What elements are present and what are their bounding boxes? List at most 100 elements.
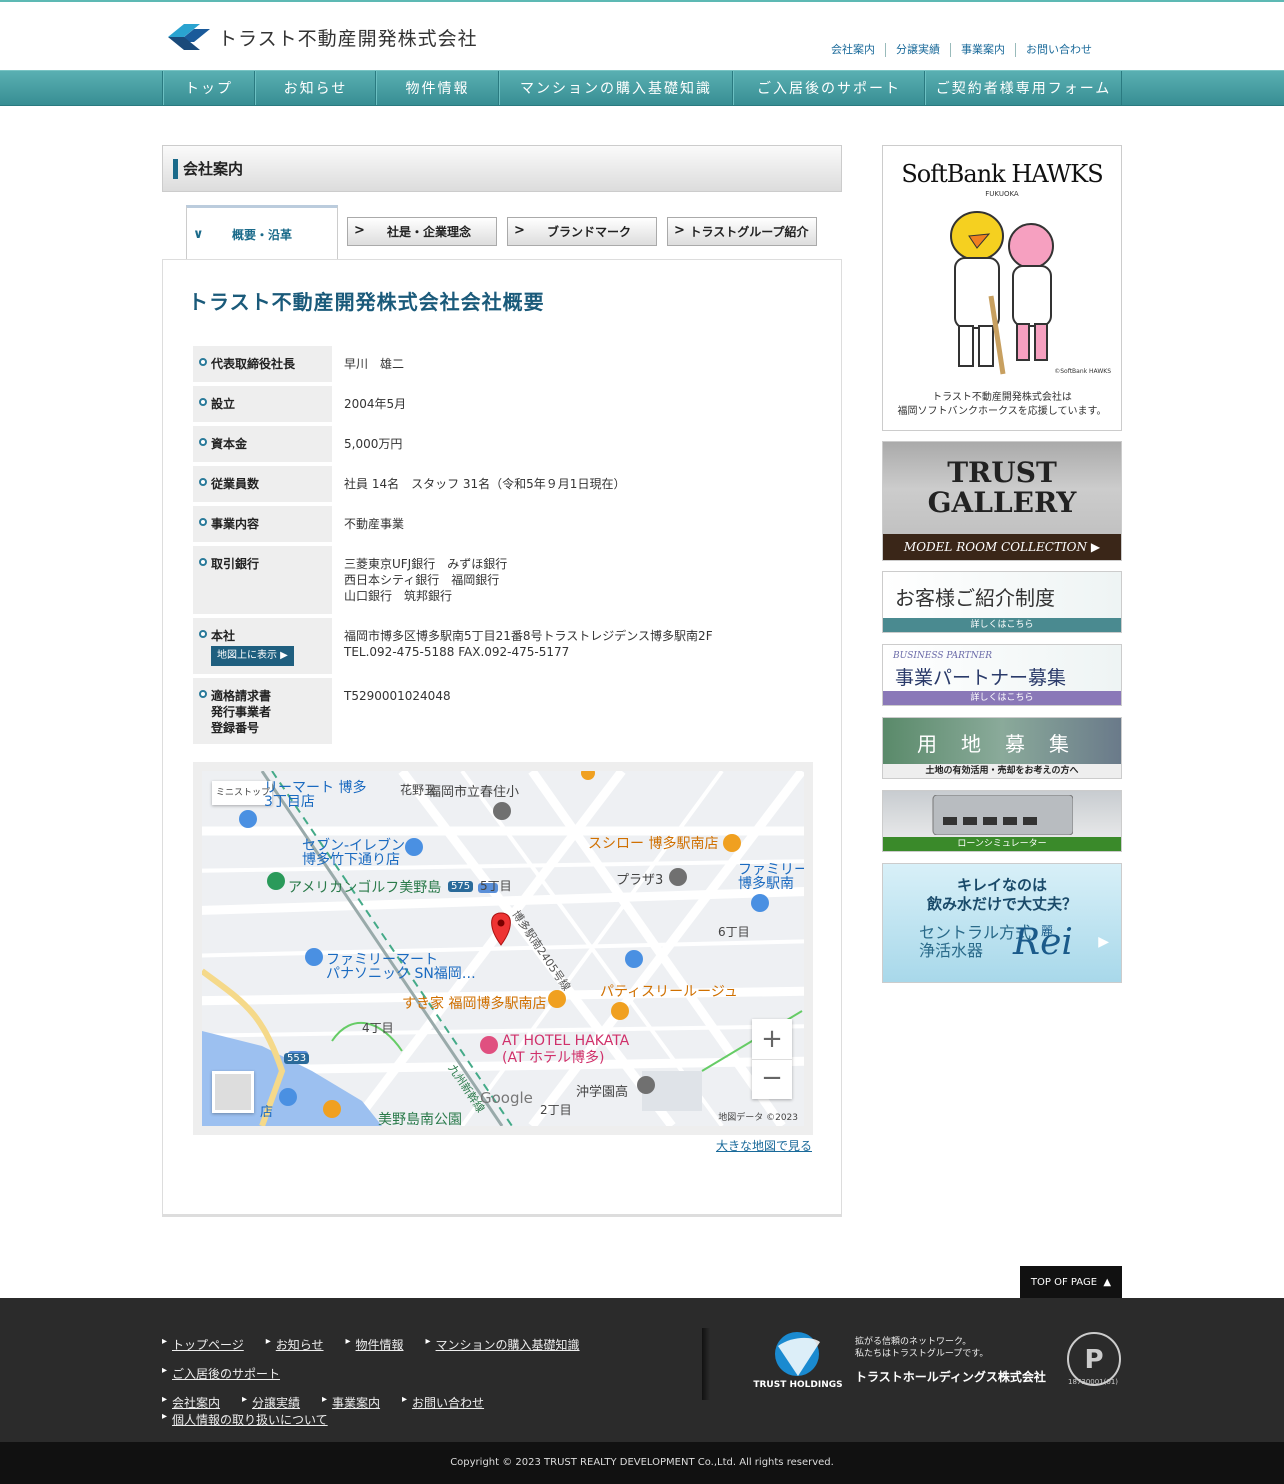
calculator-icon — [932, 795, 1073, 835]
gnav-item-after-move-support[interactable]: ご入居後のサポート — [733, 71, 925, 105]
footer-link[interactable]: お問い合わせ — [402, 1394, 484, 1411]
info-row: 適格請求書 発行事業者 登録番号 T5290001024048 — [193, 678, 803, 744]
tab-overview[interactable]: ∨ 概要・沿革 — [186, 205, 338, 260]
info-row: 本社 地図上に表示 ▶ 福岡市博多区博多駅南5丁目21番8号トラストレジデンス博多駅… — [193, 618, 803, 674]
map-label: 福岡市立春住小 — [428, 785, 520, 800]
chevron-right-icon: > — [514, 223, 525, 238]
bullet-icon — [199, 478, 207, 486]
gnav-item-contract-form[interactable]: ご契約者様専用フォーム — [925, 71, 1122, 105]
footer-tagline: 拡がる信頼のネットワーク。 私たちはトラストグループです。 — [855, 1337, 989, 1359]
referral-banner[interactable]: お客様ご紹介制度 詳しくはこちら — [882, 571, 1122, 633]
map-label: 5丁目 — [480, 879, 512, 893]
map-canvas[interactable] — [202, 771, 804, 1126]
zoom-in-button[interactable]: + — [752, 1019, 792, 1059]
map-attribution: 地図データ ©2023 — [718, 1113, 798, 1123]
gnav-item-properties[interactable]: 物件情報 — [376, 71, 499, 105]
bullet-icon — [199, 630, 207, 638]
hawks-credit: ©SoftBank HAWKS — [1054, 368, 1111, 375]
footer-link[interactable]: マンションの購入基礎知識 — [426, 1336, 580, 1353]
info-value: 5,000万円 — [344, 437, 403, 451]
map-label: 花野丑 — [400, 783, 437, 797]
info-label-text: 取引銀行 — [211, 557, 260, 571]
info-label-text: 代表取締役社長 — [211, 357, 296, 371]
map-label: 美野島南公園 — [378, 1112, 462, 1128]
land-banner[interactable]: 用 地 募 集 土地の有効活用・売却をお考えの方へ — [882, 717, 1122, 779]
tab-group[interactable]: > トラストグループ紹介 — [667, 217, 817, 246]
map-label: 6丁目 — [718, 925, 750, 939]
holdings-logo-text: TRUST HOLDINGS — [753, 1380, 843, 1390]
util-link-contact[interactable]: お問い合わせ — [1015, 43, 1102, 57]
top-of-page-button[interactable]: TOP OF PAGE ▲ — [1020, 1266, 1122, 1298]
tab-brand-mark-label: ブランドマーク — [546, 225, 631, 239]
info-value: 2004年5月 — [344, 397, 407, 411]
map-label: (AT ホテル博多) — [502, 1050, 605, 1066]
footer-link[interactable]: 会社案内 — [162, 1394, 220, 1411]
info-row: 設立 2004年5月 — [193, 386, 803, 422]
tab-philosophy[interactable]: > 社是・企業理念 — [347, 217, 497, 246]
tab-brand-mark[interactable]: > ブランドマーク — [507, 217, 657, 246]
info-value: 不動産事業 — [344, 517, 405, 531]
land-title: 用 地 募 集 — [917, 732, 1071, 756]
util-link-company[interactable]: 会社案内 — [821, 43, 885, 57]
info-row: 従業員数 社員 14名 スタッフ 31名（令和5年９月1日現在） — [193, 466, 803, 502]
bullet-icon — [199, 690, 207, 698]
footer-link[interactable]: ご入居後のサポート — [162, 1365, 280, 1382]
copyright: Copyright © 2023 TRUST REALTY DEVELOPMEN… — [0, 1442, 1284, 1484]
rei-title: キレイなのは 飲み水だけで大丈夫？ — [926, 876, 1077, 913]
gallery-title: TRUST GALLERY — [927, 456, 1077, 519]
partner-bar: 詳しくはこちら — [883, 691, 1121, 705]
arrow-right-icon: ▶ — [1090, 540, 1101, 554]
footer-link[interactable]: お知らせ — [266, 1336, 324, 1353]
info-label: 代表取締役社長 — [193, 346, 332, 382]
site-logo[interactable]: トラスト不動産開発株式会社 — [166, 20, 478, 54]
gnav-item-top[interactable]: トップ — [163, 71, 255, 105]
holdings-company-name: トラストホールディングス株式会社 — [855, 1370, 1046, 1384]
map-label: 575 — [448, 881, 474, 892]
page-heading: 会社案内 — [162, 145, 842, 192]
footer-link[interactable]: 個人情報の取り扱いについて — [162, 1411, 328, 1428]
view-larger-map-link[interactable]: 大きな地図で見る — [716, 1137, 812, 1154]
street-view-button[interactable] — [212, 1071, 254, 1113]
info-row: 事業内容 不動産事業 — [193, 506, 803, 542]
gnav-item-news[interactable]: お知らせ — [255, 71, 376, 105]
zoom-out-button[interactable]: − — [752, 1059, 792, 1099]
trust-gallery-banner[interactable]: TRUST GALLERY MODEL ROOM COLLECTION ▶ — [882, 441, 1122, 561]
bullet-icon — [199, 438, 207, 446]
show-on-map-label: 地図上に表示 — [217, 650, 277, 661]
loan-simulator-banner[interactable]: ローンシミュレーター — [882, 790, 1122, 852]
info-label: 取引銀行 — [193, 546, 332, 614]
company-info-table: 代表取締役社長 早川 雄二設立 2004年5月資本金 5,000万円従業員数 社員 14… — [193, 342, 803, 748]
util-link-business[interactable]: 事業案内 — [950, 43, 1015, 57]
hawks-caption: トラスト不動産開発株式会社は 福岡ソフトバンクホークスを応援しています。 — [897, 392, 1107, 417]
google-map[interactable]: + − ミニストップ リーマート 博多 3丁目店 福岡市立春住小 花野丑 セブン-イレブン… — [193, 762, 813, 1135]
footer-links: トップページ お知らせ 物件情報 マンションの購入基礎知識 ご入居後のサポート 会社案… — [162, 1336, 682, 1440]
info-row: 代表取締役社長 早川 雄二 — [193, 346, 803, 382]
info-value: 三菱東京UFJ銀行 みずほ銀行 西日本シティ銀行 福岡銀行 山口銀行 筑邦銀行 — [344, 557, 508, 603]
footer-link[interactable]: トップページ — [162, 1336, 244, 1353]
gallery-bar-label: MODEL ROOM COLLECTION — [903, 540, 1088, 554]
show-on-map-button[interactable]: 地図上に表示 ▶ — [211, 646, 294, 666]
footer-link[interactable]: 事業案内 — [322, 1394, 380, 1411]
map-label: ミニストップ — [216, 788, 271, 798]
util-link-results[interactable]: 分譲実績 — [885, 43, 950, 57]
partner-banner[interactable]: BUSINESS PARTNER 事業パートナー募集 詳しくはこちら — [882, 644, 1122, 706]
water-purifier-banner[interactable]: キレイなのは 飲み水だけで大丈夫？ セントラル方式 浄活水器 Rei 麗 ▶ — [882, 863, 1122, 983]
info-label: 従業員数 — [193, 466, 332, 502]
info-label: 本社 地図上に表示 ▶ — [193, 618, 332, 674]
footer-link[interactable]: 分譲実績 — [242, 1394, 300, 1411]
gnav-item-buying-guide[interactable]: マンションの購入基礎知識 — [499, 71, 733, 105]
footer-link[interactable]: 物件情報 — [346, 1336, 404, 1353]
info-row: 取引銀行 三菱東京UFJ銀行 みずほ銀行 西日本シティ銀行 福岡銀行 山口銀行 筑… — [193, 546, 803, 614]
gallery-bar: MODEL ROOM COLLECTION ▶ — [883, 534, 1121, 560]
info-value: 早川 雄二 — [344, 357, 405, 371]
info-label: 事業内容 — [193, 506, 332, 542]
info-label: 設立 — [193, 386, 332, 422]
info-label: 資本金 — [193, 426, 332, 462]
top-accent-line — [0, 0, 1284, 2]
partner-title: 事業パートナー募集 — [895, 667, 1067, 689]
bullet-icon — [199, 398, 207, 406]
hawks-banner[interactable]: SoftBank HAWKS FUKUOKA ©SoftBank HAWKS ト… — [882, 145, 1122, 431]
info-value: 福岡市博多区博多駅南5丁目21番8号トラストレジデンス博多駅南2F TEL.09… — [344, 629, 713, 659]
info-value: 社員 14名 スタッフ 31名（令和5年９月1日現在） — [344, 477, 626, 491]
bullet-icon — [199, 518, 207, 526]
